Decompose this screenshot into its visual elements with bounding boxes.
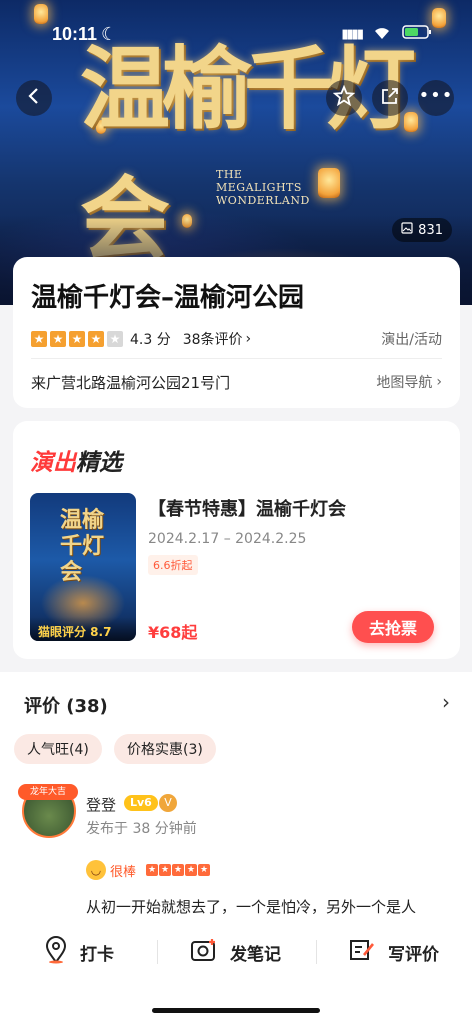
image-icon [401,222,413,238]
photo-count: 831 [418,222,443,238]
rating-score: 4.3 分 [130,332,171,348]
poi-info-card: 温榆千灯会–温榆河公园 ★ ★ ★ ★ ★ 4.3 分 38条评价 › 演出/活… [13,257,460,408]
star-icon: ★ [31,331,47,347]
discount-badge: 6.6折起 [148,555,198,575]
buy-ticket-button[interactable]: 去抢票 [352,611,434,643]
star-icon: ★ [185,864,198,876]
reviewer-name[interactable]: 登登 [86,794,116,815]
moon-icon: ☾ [101,23,118,45]
reviews-header[interactable]: 评价 (38) [24,692,108,718]
chevron-right-icon: › [436,374,442,390]
star-icon: ★ [198,864,211,876]
show-section-title: 演出精选 [30,443,122,477]
hero-subtitle-art: THE MEGALIGHTS WONDERLAND [216,168,310,207]
section-title-part1: 演出 [30,450,76,476]
battery-icon [402,24,432,45]
mood-label: 很棒 [110,864,137,880]
star-icon: ★ [88,331,104,347]
star-icon: ★ [50,331,66,347]
poster-score: 猫眼评分 8.7 [30,617,136,641]
star-icon: ★ [69,331,85,347]
post-time: 发布于 38 分钟前 [86,821,197,837]
verified-badge: V [159,794,177,812]
page: 温榆千灯会 THE MEGALIGHTS WONDERLAND 10:11 ☾ … [0,0,472,1024]
show-poster[interactable]: 温榆千灯会 猫眼评分 8.7 [30,493,136,641]
level-badge: Lv6 [124,795,158,811]
signal-icon: ▮▮▮▮ [341,26,364,42]
star-icon: ★ [146,864,159,876]
note-label: 发笔记 [230,944,281,965]
checkin-button[interactable]: 打卡 [44,932,114,972]
checkin-label: 打卡 [80,944,114,965]
map-nav-label: 地图导航 [376,375,433,391]
share-icon [380,86,400,110]
star-outline-icon [332,84,356,111]
poi-name: 温榆千灯会–温榆河公园 [31,283,305,313]
review-tag-chip[interactable]: 价格实惠(3) [114,734,216,764]
write-review-button[interactable]: 写评价 [348,932,439,972]
reviews-link[interactable]: 38条评价 › [183,329,251,349]
poi-category: 演出/活动 [381,332,442,348]
divider [31,358,442,359]
smile-face-icon: ◡ [86,860,106,880]
address-row[interactable]: 来广营北路温榆河公园21号门 地图导航 › [31,371,442,393]
chevron-right-icon: › [245,331,252,347]
review-stars: ★ ★ ★ ★ ★ [146,864,211,876]
poster-title-art: 温榆千灯会 [60,507,105,585]
status-time: 10:11 [52,23,98,44]
star-icon: ★ [172,864,185,876]
wifi-icon [372,24,392,45]
back-button[interactable] [16,80,52,116]
photo-count-badge[interactable]: 831 [392,218,452,242]
avatar-tag: 龙年大吉 [18,784,78,800]
favorite-button[interactable] [326,80,362,116]
write-note-button[interactable]: 发笔记 [190,932,281,972]
lantern-decoration [34,4,48,24]
chevron-left-icon [27,87,41,109]
reviews-link-label: 38条评价 [182,332,243,348]
star-icon: ★ [107,331,123,347]
more-dots-icon: ••• [418,84,454,106]
divider [316,940,317,964]
show-name[interactable]: 【春节特惠】温榆千灯会 [148,495,346,521]
chevron-right-icon[interactable]: › [442,690,450,714]
review-label: 写评价 [388,944,439,965]
star-icon: ★ [159,864,172,876]
show-picks-card: 演出精选 温榆千灯会 猫眼评分 8.7 【春节特惠】温榆千灯会 2024.2.1… [13,421,460,659]
home-indicator [152,1008,320,1013]
show-date: 2024.2.17 – 2024.2.25 [148,531,307,547]
poi-address: 来广营北路温榆河公园21号门 [31,373,231,392]
location-pin-icon [44,935,68,969]
camera-plus-icon [190,937,218,968]
show-price: ¥68起 [148,623,198,642]
map-nav-link[interactable]: 地图导航 › [376,372,442,392]
review-tag-chip[interactable]: 人气旺(4) [14,734,102,764]
share-button[interactable] [372,80,408,116]
edit-review-icon [348,937,376,968]
divider [157,940,158,964]
more-button[interactable]: ••• [418,80,454,116]
status-bar: 10:11 ☾ ▮▮▮▮ [52,22,432,46]
review-mood: ◡ 很棒 ★ ★ ★ ★ ★ [86,860,211,880]
rating-row: ★ ★ ★ ★ ★ 4.3 分 38条评价 › 演出/活动 [31,329,442,349]
section-title-part2: 精选 [76,450,122,476]
review-text[interactable]: 从初一开始就想去了，一个是怕冷，另外一个是人 [86,894,446,920]
